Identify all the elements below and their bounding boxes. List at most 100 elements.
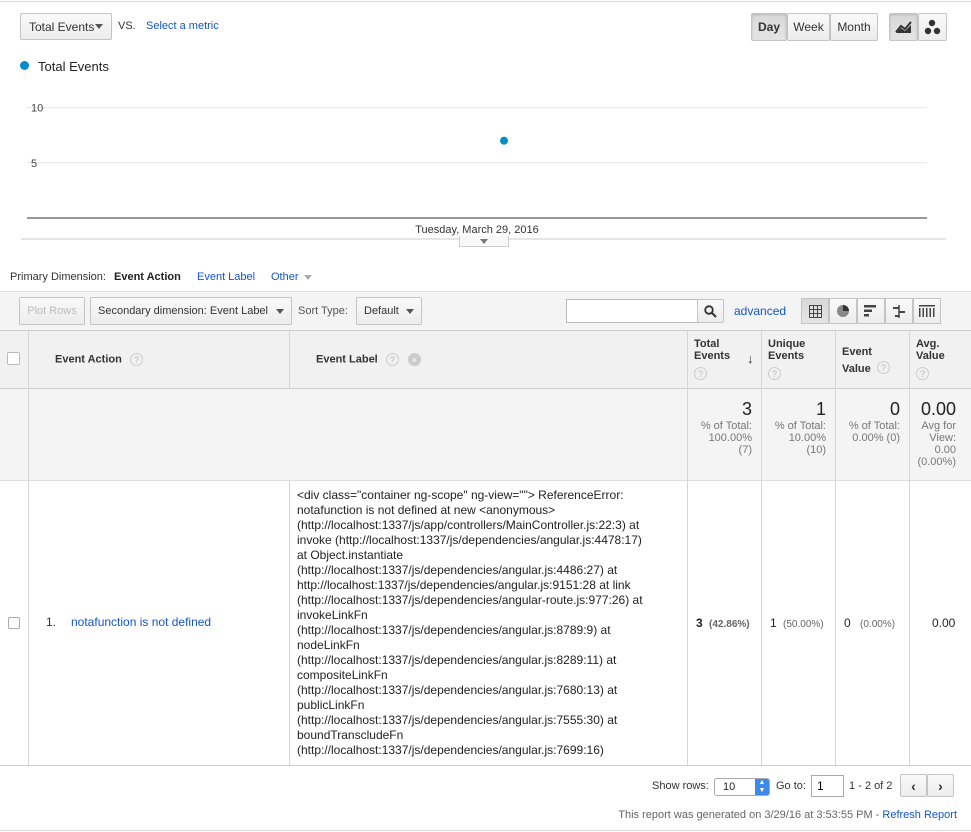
sort-descending-icon[interactable]: ↓: [747, 351, 754, 366]
column-divider: [909, 389, 910, 481]
row-total-events-value: 3: [696, 616, 703, 630]
row-index: 1.: [46, 615, 57, 629]
dimension-event-label[interactable]: Event Label: [197, 271, 255, 283]
chevron-right-icon: ›: [938, 777, 943, 794]
bubble-chart-icon: [924, 19, 941, 35]
event-label-line: nodeLinkFn: [297, 638, 360, 652]
help-icon[interactable]: ?: [694, 367, 707, 380]
pivot-icon: [919, 305, 935, 317]
metric-select[interactable]: Total Events: [20, 13, 112, 40]
summary-sub-line: (7): [738, 444, 752, 456]
header-event-label-label: Event Label: [316, 353, 378, 366]
event-label-line: (http://localhost:1337/js/dependencies/a…: [297, 623, 611, 637]
row-event-value-value: 0: [844, 616, 851, 630]
summary-sub-line: 100.00%: [708, 432, 752, 444]
prev-page-button[interactable]: ‹: [900, 774, 927, 797]
chevron-down-icon: [480, 238, 488, 244]
pie-chart-icon: [837, 305, 849, 317]
bar-chart-icon: [864, 305, 876, 317]
grid-icon: [808, 304, 822, 318]
summary-sub-line: (0.00%): [917, 456, 956, 468]
table-view-button[interactable]: [801, 298, 829, 324]
pivot-view-button[interactable]: [913, 298, 941, 324]
performance-view-button[interactable]: [857, 298, 885, 324]
plot-rows-button[interactable]: Plot Rows: [19, 297, 85, 325]
event-label-line: invoke (http://localhost:1337/js/depende…: [297, 533, 642, 547]
summary-sub-line: Avg for: [921, 420, 956, 432]
event-label-line: <div class="container ng-scope" ng-view=…: [297, 488, 624, 502]
event-label-line: (http://localhost:1337/js/dependencies/a…: [297, 563, 618, 577]
row-total-events-pct: (42.86%): [709, 619, 750, 630]
table-search-input[interactable]: [566, 299, 698, 323]
event-label-line: (http://localhost:1337/js/dependencies/a…: [297, 713, 618, 727]
row-checkbox[interactable]: [8, 617, 20, 629]
show-rows-label: Show rows:: [652, 780, 709, 792]
help-icon[interactable]: ?: [129, 353, 143, 366]
summary-sub-line: 0.00% (0): [852, 432, 900, 444]
legend-dot: [20, 61, 29, 70]
help-icon[interactable]: ?: [877, 361, 890, 374]
line-chart-icon: [895, 21, 912, 33]
generated-text: This report was generated on 3/29/16 at …: [618, 809, 883, 821]
summary-sub-line: % of Total:: [700, 420, 752, 432]
period-day-button[interactable]: Day: [751, 13, 787, 41]
search-button[interactable]: [697, 299, 724, 323]
go-to-input[interactable]: [811, 775, 844, 797]
line-chart-view-button[interactable]: [889, 13, 918, 41]
top-border: [0, 1, 971, 2]
comparison-view-button[interactable]: [885, 298, 913, 324]
line-chart: 10 5 Tuesday, March 29, 2016: [21, 103, 946, 240]
report-footer: This report was generated on 3/29/16 at …: [618, 809, 957, 821]
primary-dimension-label: Primary Dimension:: [10, 271, 106, 283]
sort-type-label: Sort Type:: [298, 305, 348, 317]
dimension-event-action[interactable]: Event Action: [114, 271, 181, 283]
summary-sub-line: % of Total:: [774, 420, 826, 432]
advanced-link[interactable]: advanced: [734, 304, 786, 318]
header-avg-value[interactable]: Avg. Value ?: [916, 338, 966, 380]
comparison-icon: [893, 304, 905, 318]
select-all-checkbox[interactable]: [7, 352, 20, 365]
header-event-label[interactable]: Event Label ? ×: [316, 353, 421, 366]
summary-sub-line: (10): [806, 444, 826, 456]
event-label-line: (http://localhost:1337/js/dependencies/a…: [297, 653, 617, 667]
help-icon[interactable]: ?: [385, 353, 399, 366]
unique-events-summary-value: 1: [815, 399, 826, 419]
sort-type-select[interactable]: Default: [356, 297, 422, 325]
select-metric-link[interactable]: Select a metric: [146, 20, 219, 32]
avg-value-summary: 0.00 Avg for View: 0.00 (0.00%): [912, 399, 956, 468]
bottom-border: [0, 830, 971, 831]
event-label-line: (http://localhost:1337/js/dependencies/a…: [297, 683, 618, 697]
chevron-left-icon: ‹: [911, 777, 916, 794]
period-month-button[interactable]: Month: [830, 13, 878, 41]
header-event-action[interactable]: Event Action ?: [55, 353, 143, 366]
help-icon[interactable]: ?: [916, 367, 929, 380]
header-event-value[interactable]: Event Value ?: [842, 344, 902, 378]
motion-chart-view-button[interactable]: [918, 13, 947, 41]
stepper-icon: ▲ ▼: [755, 779, 769, 795]
header-unique-events[interactable]: Unique Events ?: [768, 338, 828, 380]
x-axis-label: Tuesday, March 29, 2016: [415, 224, 539, 236]
row-avg-value: 0.00: [932, 616, 956, 630]
event-action-link[interactable]: notafunction is not defined: [71, 615, 211, 629]
remove-dimension-icon[interactable]: ×: [407, 353, 421, 366]
event-label-line: publicLinkFn: [297, 698, 365, 712]
event-label-text: <div class="container ng-scope" ng-view=…: [297, 488, 685, 758]
help-icon[interactable]: ?: [768, 367, 781, 380]
event-label-line: compositeLinkFn: [297, 668, 388, 682]
percentage-view-button[interactable]: [829, 298, 857, 324]
column-divider: [835, 389, 836, 481]
event-label-line: (http://localhost:1337/js/app/controller…: [297, 518, 640, 532]
event-label-line: (http://localhost:1337/js/dependencies/a…: [297, 593, 643, 607]
next-page-button[interactable]: ›: [927, 774, 954, 797]
header-total-events[interactable]: Total Events ? ↓: [694, 338, 756, 380]
go-to-label: Go to:: [776, 780, 806, 792]
secondary-dimension-select[interactable]: Secondary dimension: Event Label: [90, 297, 292, 325]
chart-collapse-handle[interactable]: [459, 236, 509, 247]
show-rows-select[interactable]: 10 ▲ ▼: [714, 778, 770, 796]
column-divider: [28, 389, 29, 481]
dimension-other[interactable]: Other: [271, 271, 312, 283]
period-week-button[interactable]: Week: [787, 13, 830, 41]
show-rows-value: 10: [723, 781, 736, 793]
refresh-report-link[interactable]: Refresh Report: [882, 809, 957, 821]
header-total-events-label: Total Events: [694, 338, 731, 362]
